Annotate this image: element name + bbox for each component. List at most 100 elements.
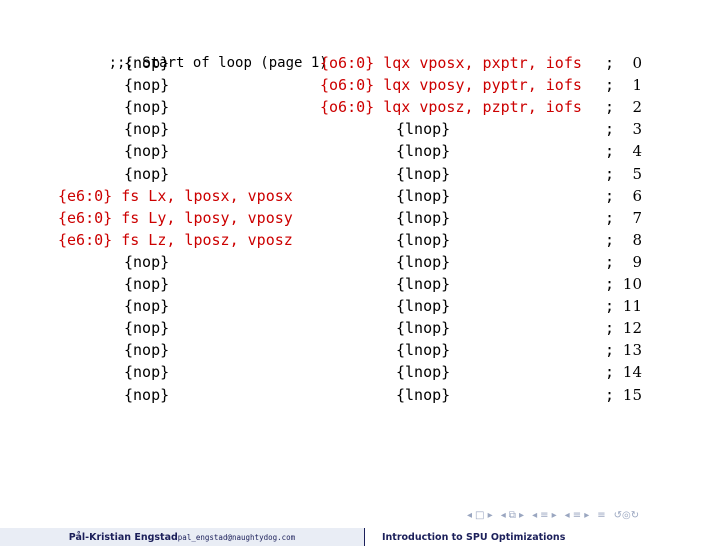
nav-subsection-next-icon[interactable]: ≡ ▸ <box>540 510 557 521</box>
footer-divider <box>364 528 365 546</box>
cycle-number: 15 <box>622 385 642 404</box>
odd-pipe-lnop: {lnop} <box>396 363 451 382</box>
even-pipe-nop: {nop} <box>124 297 170 316</box>
odd-pipe-lnop: {lnop} <box>396 142 451 161</box>
comment-separator: ; <box>605 76 615 95</box>
nav-frame-prev-icon[interactable]: ◂ <box>501 510 506 521</box>
even-pipe-instruction: {e6:0} fs Ly, lposy, vposy <box>58 208 293 227</box>
code-rows: {nop} {o6:0} lqx vposx, pxptr, iofs; 0 {nop… <box>58 52 698 406</box>
code-row: {nop} {lnop}; 11 <box>58 295 698 317</box>
cycle-number: 6 <box>632 186 642 205</box>
code-row: {nop} {o6:0} lqx vposy, pyptr, iofs; 1 <box>58 74 698 96</box>
odd-pipe-lnop: {lnop} <box>396 275 451 294</box>
comment-separator: ; <box>605 275 615 294</box>
nav-slide-next-icon[interactable]: □ ▸ <box>475 510 493 521</box>
code-listing: ;;; Start of loop (page 1) {nop} {o6:0} l… <box>58 30 698 406</box>
even-pipe-nop: {nop} <box>124 98 170 117</box>
cycle-number: 5 <box>632 164 642 183</box>
code-row: {nop} {lnop}; 10 <box>58 273 698 295</box>
code-row: {nop} {lnop}; 4 <box>58 140 698 162</box>
comment-separator: ; <box>605 341 615 360</box>
cycle-number: 14 <box>622 363 642 382</box>
nav-align-icon[interactable]: ≡ <box>597 510 605 521</box>
code-row: {nop} {o6:0} lqx vposz, pzptr, iofs; 2 <box>58 96 698 118</box>
comment-separator: ; <box>605 142 615 161</box>
even-pipe-nop: {nop} <box>124 385 170 404</box>
code-row: {nop} {lnop}; 14 <box>58 361 698 383</box>
comment-separator: ; <box>605 230 615 249</box>
even-pipe-nop: {nop} <box>124 164 170 183</box>
cycle-number: 2 <box>632 98 642 117</box>
code-row: {nop} {lnop}; 12 <box>58 317 698 339</box>
odd-pipe-lnop: {lnop} <box>396 341 451 360</box>
comment-separator: ; <box>605 363 615 382</box>
comment-separator: ; <box>605 208 615 227</box>
odd-pipe-lnop: {lnop} <box>396 120 451 139</box>
code-row: {nop} {lnop}; 15 <box>58 384 698 406</box>
slide: ;;; Start of loop (page 1) {nop} {o6:0} l… <box>0 0 728 546</box>
even-pipe-nop: {nop} <box>124 252 170 271</box>
odd-pipe-lnop: {lnop} <box>396 297 451 316</box>
even-pipe-nop: {nop} <box>124 76 170 95</box>
even-pipe-nop: {nop} <box>124 341 170 360</box>
comment-separator: ; <box>605 98 615 117</box>
comment-separator: ; <box>605 319 615 338</box>
comment-separator: ; <box>605 164 615 183</box>
cycle-number: 8 <box>632 230 642 249</box>
nav-section-prev-icon[interactable]: ◂ <box>565 510 570 521</box>
even-pipe-nop: {nop} <box>124 319 170 338</box>
odd-pipe-lnop: {lnop} <box>396 385 451 404</box>
cycle-number: 12 <box>622 319 642 338</box>
cycle-number: 4 <box>632 142 642 161</box>
cycle-number: 9 <box>632 252 642 271</box>
beamer-navigation: ◂ □ ▸ ◂ ⧉ ▸ ◂ ≡ ▸ ◂ ≡ ▸ ≡ ↺◎↻ <box>467 507 642 523</box>
even-pipe-instruction: {e6:0} fs Lx, lposx, vposx <box>58 186 293 205</box>
odd-pipe-lnop: {lnop} <box>396 319 451 338</box>
code-row: {nop} {lnop}; 5 <box>58 163 698 185</box>
odd-pipe-lnop: {lnop} <box>396 230 451 249</box>
nav-frame-next-icon[interactable]: ⧉ ▸ <box>509 510 524 521</box>
code-row: {nop} {lnop}; 3 <box>58 118 698 140</box>
cycle-number: 7 <box>632 208 642 227</box>
loop-header-comment: ;;; Start of loop (page 1) <box>58 30 698 71</box>
odd-pipe-lnop: {lnop} <box>396 208 451 227</box>
comment-separator: ; <box>605 297 615 316</box>
comment-separator: ; <box>605 186 615 205</box>
nav-subsection-prev-icon[interactable]: ◂ <box>532 510 537 521</box>
comment-separator: ; <box>605 252 615 271</box>
nav-search-icon[interactable]: ↺◎↻ <box>614 510 639 521</box>
footer-title: Introduction to SPU Optimizations <box>382 531 566 543</box>
odd-pipe-instruction: {o6:0} lqx vposy, pyptr, iofs <box>320 76 582 95</box>
even-pipe-instruction: {e6:0} fs Lz, lposz, vposz <box>58 230 293 249</box>
odd-pipe-lnop: {lnop} <box>396 164 451 183</box>
nav-section-next-icon[interactable]: ≡ ▸ <box>573 510 590 521</box>
odd-pipe-instruction: {o6:0} lqx vposz, pzptr, iofs <box>320 98 582 117</box>
comment-separator: ; <box>605 54 615 73</box>
code-row: {nop} {lnop}; 13 <box>58 339 698 361</box>
comment-separator: ; <box>605 120 615 139</box>
cycle-number: 13 <box>622 341 642 360</box>
even-pipe-nop: {nop} <box>124 142 170 161</box>
footer-email: pal_engstad@naughtydog.com <box>177 532 296 542</box>
footer-title-block: Introduction to SPU Optimizations <box>364 528 728 546</box>
even-pipe-nop: {nop} <box>124 54 170 73</box>
cycle-number: 10 <box>622 275 642 294</box>
comment-separator: ; <box>605 385 615 404</box>
cycle-number: 11 <box>622 297 642 316</box>
code-row: {e6:0} fs Lz, lposz, vposz {lnop}; 8 <box>58 229 698 251</box>
odd-pipe-lnop: {lnop} <box>396 186 451 205</box>
cycle-number: 0 <box>632 54 642 73</box>
code-row: {nop} {o6:0} lqx vposx, pxptr, iofs; 0 <box>58 52 698 74</box>
footer-author-block: Pål-Kristian Engstad pal_engstad@naughtyd… <box>0 528 364 546</box>
footer-author: Pål-Kristian Engstad <box>68 531 178 543</box>
even-pipe-nop: {nop} <box>124 275 170 294</box>
cycle-number: 1 <box>632 76 642 95</box>
odd-pipe-instruction: {o6:0} lqx vposx, pxptr, iofs <box>320 54 582 73</box>
even-pipe-nop: {nop} <box>124 120 170 139</box>
odd-pipe-lnop: {lnop} <box>396 252 451 271</box>
code-row: {e6:0} fs Ly, lposy, vposy {lnop}; 7 <box>58 207 698 229</box>
code-row: {e6:0} fs Lx, lposx, vposx {lnop}; 6 <box>58 185 698 207</box>
nav-slide-prev-icon[interactable]: ◂ <box>467 510 472 521</box>
cycle-number: 3 <box>632 120 642 139</box>
code-row: {nop} {lnop}; 9 <box>58 251 698 273</box>
